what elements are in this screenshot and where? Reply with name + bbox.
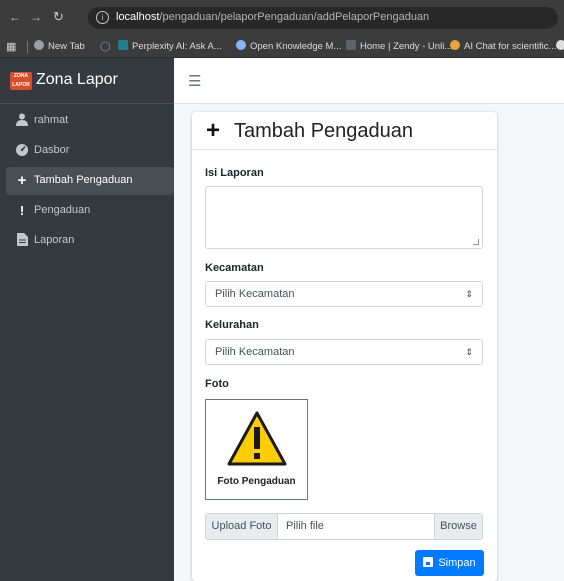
apps-grid-icon[interactable]: ▦ <box>6 40 16 53</box>
file-name-placeholder: Pilih file <box>286 520 324 532</box>
brand-link[interactable]: ZONA LAPOR Zona Lapor <box>0 58 174 104</box>
kecamatan-label: Kecamatan <box>205 262 264 274</box>
user-icon <box>15 113 29 130</box>
bookmark-perplexity[interactable]: Perplexity AI: Ask A... <box>118 40 222 54</box>
sidebar-item-tambah-pengaduan[interactable]: + Tambah Pengaduan <box>6 167 174 195</box>
plus-icon: + <box>206 117 221 144</box>
bookmark-overflow[interactable] <box>556 40 564 54</box>
bookmark-open-knowledge[interactable]: Open Knowledge M... <box>236 40 341 54</box>
simpan-button[interactable]: Simpan <box>415 550 484 576</box>
bookmark-zendy[interactable]: Home | Zendy - Unli... <box>346 40 452 54</box>
card-header: + Tambah Pengaduan <box>192 112 497 150</box>
reload-icon[interactable]: ↻ <box>53 9 64 25</box>
select-arrows-icon: ⇕ <box>465 289 473 299</box>
resize-handle-icon[interactable] <box>473 239 479 245</box>
top-navbar: ☰ <box>174 58 564 104</box>
isi-laporan-label: Isi Laporan <box>205 167 264 179</box>
ai-chat-icon <box>450 40 460 50</box>
bookmarks-divider <box>27 41 28 53</box>
brand-name: Zona Lapor <box>36 71 118 88</box>
zendy-icon <box>346 40 356 50</box>
address-bar[interactable]: i localhost/pengaduan/pelaporPengaduan/a… <box>88 7 558 29</box>
sidebar-item-user[interactable]: rahmat <box>6 107 174 135</box>
tambah-pengaduan-card: + Tambah Pengaduan Isi Laporan Kecamatan… <box>192 112 497 581</box>
bookmark-blank[interactable]: ◯ <box>100 40 111 54</box>
sidebar-item-dasbor[interactable]: Dasbor <box>6 137 174 165</box>
globe-icon <box>556 40 564 50</box>
kelurahan-label: Kelurahan <box>205 319 259 331</box>
sidebar: rahmat Dasbor + Tambah Pengaduan ! Penga… <box>0 104 174 581</box>
foto-label: Foto <box>205 378 229 390</box>
bookmark-ai-chat[interactable]: AI Chat for scientific... <box>450 40 556 54</box>
select-arrows-icon: ⇕ <box>465 347 473 357</box>
file-icon <box>15 233 29 250</box>
menu-toggle-icon[interactable]: ☰ <box>188 72 201 90</box>
browser-toolbar: ← → ↻ i localhost/pengaduan/pelaporPenga… <box>0 0 564 36</box>
dashboard-icon <box>15 143 29 160</box>
page-title: Tambah Pengaduan <box>234 120 414 142</box>
open-knowledge-icon <box>236 40 246 50</box>
bookmarks-bar: ▦ New Tab ◯ Perplexity AI: Ask A... Open… <box>0 36 564 58</box>
warning-icon <box>227 411 287 466</box>
kecamatan-select[interactable]: Pilih Kecamatan ⇕ <box>205 281 483 307</box>
site-info-icon[interactable]: i <box>96 11 109 24</box>
bookmark-new-tab[interactable]: New Tab <box>34 40 85 54</box>
sidebar-item-laporan[interactable]: Laporan <box>6 227 174 255</box>
plus-icon: + <box>17 172 27 189</box>
exclamation-icon: ! <box>19 203 25 218</box>
kelurahan-select[interactable]: Pilih Kecamatan ⇕ <box>205 339 483 365</box>
back-icon[interactable]: ← <box>9 9 21 25</box>
perplexity-icon <box>118 40 128 50</box>
upload-foto-input[interactable]: Upload Foto Pilih file Browse <box>205 513 483 540</box>
address-text: localhost/pengaduan/pelaporPengaduan/add… <box>116 11 430 23</box>
upload-foto-prefix: Upload Foto <box>206 514 278 539</box>
sidebar-item-pengaduan[interactable]: ! Pengaduan <box>6 197 174 225</box>
foto-preview: Foto Pengaduan <box>205 399 308 500</box>
globe-icon <box>34 40 44 50</box>
zona-lapor-logo: ZONA LAPOR <box>10 72 32 90</box>
browse-button[interactable]: Browse <box>434 514 482 539</box>
forward-icon[interactable]: → <box>30 9 42 25</box>
save-icon <box>423 557 434 567</box>
isi-laporan-textarea[interactable] <box>205 186 483 249</box>
